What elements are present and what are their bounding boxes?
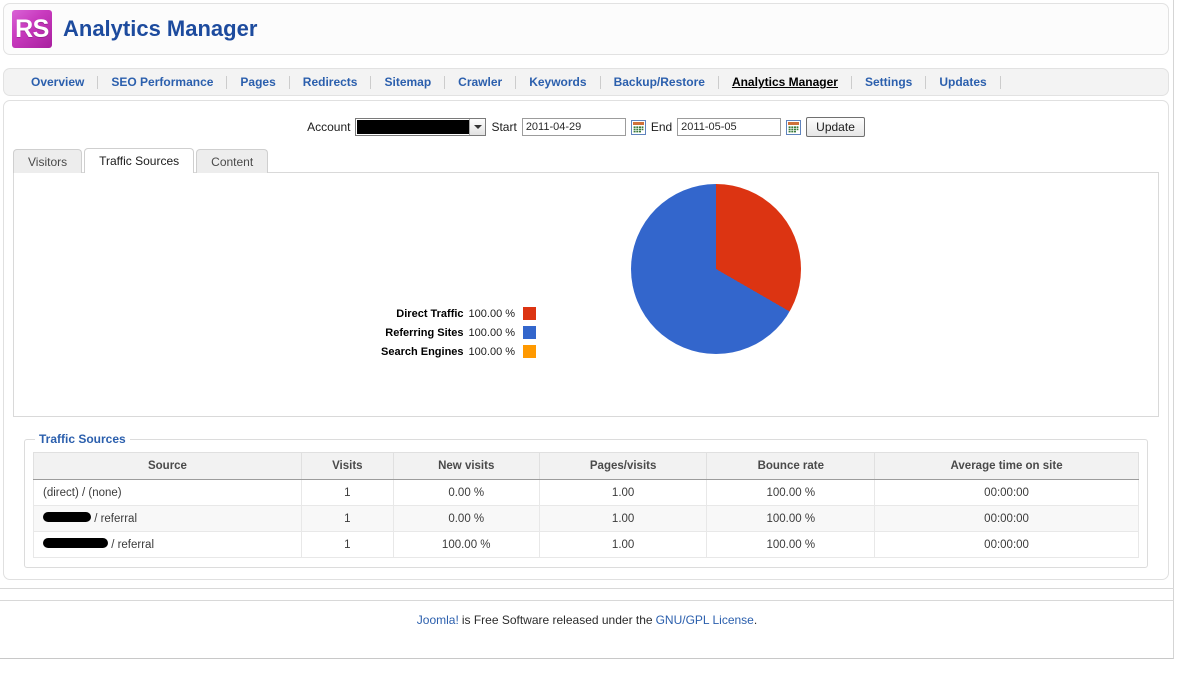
main-panel: Account Start 2011-04-29 End 2011-05-05 …	[3, 100, 1169, 580]
table-row: / referral 1 100.00 % 1.00 100.00 % 00:00:00	[33, 531, 1139, 558]
cell-source: (direct) / (none)	[33, 479, 302, 506]
nav-separator	[999, 75, 1001, 89]
legend-item-value: 100.00 %	[468, 326, 516, 339]
page-title: Analytics Manager	[63, 16, 258, 41]
cell-new-visits: 0.00 %	[392, 479, 540, 506]
page-root: RS Analytics Manager Overview SEO Perform…	[0, 0, 1193, 673]
filter-toolbar: Account Start 2011-04-29 End 2011-05-05 …	[4, 117, 1168, 137]
nav-item-keywords[interactable]: Keywords	[516, 75, 599, 89]
table-row: (direct) / (none) 1 0.00 % 1.00 100.00 % 00:0…	[33, 479, 1139, 506]
cell-pages-visits: 1.00	[538, 479, 708, 506]
redacted-source-value	[43, 512, 91, 523]
cell-bounce-rate: 100.00 %	[706, 531, 876, 558]
legend-color-swatch	[523, 326, 537, 339]
tab-content[interactable]: Content	[196, 149, 269, 173]
column-header-bounce-rate[interactable]: Bounce rate	[706, 452, 876, 480]
report-tabs: Visitors Traffic Sources Content	[13, 148, 269, 173]
rs-logo-icon: RS	[12, 10, 52, 48]
cell-new-visits: 0.00 %	[392, 505, 540, 532]
legend-item-label: Referring Sites	[385, 326, 464, 339]
tab-traffic-sources[interactable]: Traffic Sources	[84, 148, 195, 173]
cell-visits: 1	[300, 505, 394, 532]
redacted-source-value	[43, 538, 108, 549]
legend-item: Referring Sites 100.00 %	[381, 326, 537, 339]
nav-item-overview[interactable]: Overview	[18, 75, 97, 89]
cell-source: / referral	[33, 531, 302, 558]
footer-text: is Free Software released under the	[461, 613, 653, 627]
legend-item: Search Engines 100.00 %	[381, 345, 537, 358]
nav-item-crawler[interactable]: Crawler	[445, 75, 515, 89]
chart-panel: Direct Traffic 100.00 % Referring Sites 100…	[13, 172, 1159, 417]
cell-new-visits: 100.00 %	[392, 531, 540, 558]
cell-visits: 1	[300, 531, 394, 558]
start-date-input[interactable]	[521, 118, 626, 136]
cell-source: / referral	[33, 505, 302, 532]
legend-color-swatch	[523, 307, 537, 320]
joomla-link[interactable]: Joomla!	[417, 613, 459, 627]
account-select[interactable]	[355, 118, 487, 136]
cell-average-time-on-site: 00:00:00	[874, 479, 1139, 506]
tab-visitors[interactable]: Visitors	[13, 149, 83, 173]
cell-source-label: / referral	[108, 538, 155, 551]
nav-item-pages[interactable]: Pages	[227, 75, 288, 89]
cell-average-time-on-site: 00:00:00	[874, 505, 1139, 532]
nav-item-updates[interactable]: Updates	[926, 75, 999, 89]
cell-average-time-on-site: 00:00:00	[874, 531, 1139, 558]
column-header-source[interactable]: Source	[33, 452, 302, 480]
cell-bounce-rate: 100.00 %	[706, 505, 876, 532]
footer-period: .	[753, 613, 758, 627]
update-button[interactable]: Update	[806, 117, 865, 137]
logo-text: RS	[15, 14, 49, 43]
pie-slices	[631, 184, 801, 354]
account-redacted-value	[357, 120, 470, 134]
traffic-sources-table: Source Visits New visits Pages/visits Bounce…	[33, 452, 1139, 558]
gnu-gpl-license-link[interactable]: GNU/GPL License	[656, 613, 754, 627]
legend-item-value: 100.00 %	[468, 307, 516, 320]
page-footer: Joomla! is Free Software released under t…	[0, 601, 1174, 659]
end-date-input[interactable]	[677, 118, 782, 136]
footer-divider-top	[0, 588, 1174, 589]
column-header-visits[interactable]: Visits	[300, 452, 394, 480]
chevron-down-icon[interactable]	[469, 119, 486, 135]
account-label: Account	[307, 120, 351, 134]
start-date-label: Start	[491, 120, 517, 134]
table-body: (direct) / (none) 1 0.00 % 1.00 100.00 % 00:0…	[33, 479, 1139, 558]
end-calendar-icon[interactable]	[786, 119, 802, 135]
column-header-average-time-on-site[interactable]: Average time on site	[874, 452, 1139, 480]
legend-item: Direct Traffic 100.00 %	[381, 307, 537, 320]
traffic-sources-pie-chart	[631, 184, 801, 354]
nav-item-sitemap[interactable]: Sitemap	[371, 75, 444, 89]
nav-item-settings[interactable]: Settings	[852, 75, 925, 89]
table-header-row: Source Visits New visits Pages/visits Bounce…	[33, 452, 1139, 480]
cell-pages-visits: 1.00	[538, 531, 708, 558]
table-row: / referral 1 0.00 % 1.00 100.00 % 00:00:00	[33, 505, 1139, 532]
chart-legend: Direct Traffic 100.00 % Referring Sites 100…	[381, 307, 537, 358]
column-header-pages-visits[interactable]: Pages/visits	[538, 452, 708, 480]
nav-item-redirects[interactable]: Redirects	[290, 75, 371, 89]
app-header: RS Analytics Manager	[3, 3, 1169, 55]
cell-pages-visits: 1.00	[538, 505, 708, 532]
start-calendar-icon[interactable]	[630, 119, 646, 135]
traffic-sources-section: Traffic Sources Source Visits New visits Pa…	[24, 432, 1148, 568]
nav-item-backup-restore[interactable]: Backup/Restore	[601, 75, 718, 89]
nav-item-seo-performance[interactable]: SEO Performance	[98, 75, 226, 89]
cell-source-label: / referral	[91, 512, 138, 525]
cell-visits: 1	[300, 479, 394, 506]
column-header-new-visits[interactable]: New visits	[392, 452, 540, 480]
main-navigation: Overview SEO Performance Pages Redirects Sit…	[3, 68, 1169, 96]
legend-item-value: 100.00 %	[468, 345, 516, 358]
cell-bounce-rate: 100.00 %	[706, 479, 876, 506]
legend-color-swatch	[523, 345, 537, 358]
end-date-label: End	[650, 120, 673, 134]
legend-item-label: Direct Traffic	[396, 307, 464, 320]
traffic-sources-section-title: Traffic Sources	[39, 432, 126, 446]
legend-item-label: Search Engines	[381, 345, 464, 358]
nav-item-analytics-manager[interactable]: Analytics Manager	[719, 75, 851, 89]
